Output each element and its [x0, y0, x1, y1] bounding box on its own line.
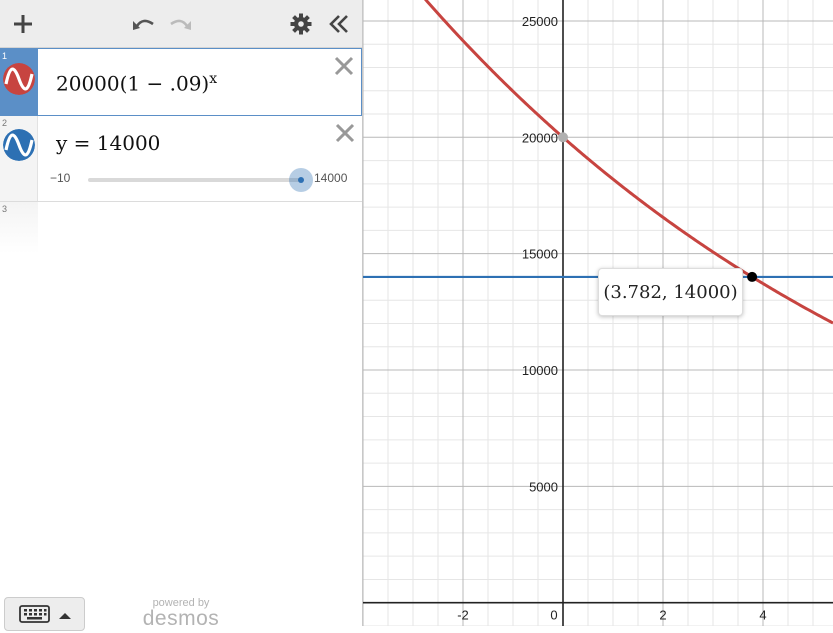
expression-base: 20000(1 − .09)	[56, 71, 210, 96]
expression-toolbar	[0, 0, 362, 48]
slider-track[interactable]	[88, 178, 300, 182]
curve-color-icon[interactable]	[3, 63, 35, 95]
plus-icon	[14, 15, 32, 33]
gear-icon	[290, 13, 312, 35]
expression-math[interactable]: y = 14000	[56, 131, 160, 155]
redo-button[interactable]	[166, 9, 196, 39]
expression-number: 3	[2, 204, 8, 214]
intersection-point[interactable]	[747, 271, 758, 282]
y-tick-label: 15000	[522, 247, 558, 262]
expression-number: 1	[2, 51, 8, 61]
delete-expression-1-icon[interactable]	[333, 55, 355, 77]
y-intercept-point[interactable]	[558, 132, 568, 143]
add-expression-button[interactable]	[8, 9, 38, 39]
line-color-icon[interactable]	[3, 129, 35, 161]
settings-button[interactable]	[286, 9, 316, 39]
expression-math[interactable]: 20000(1 − .09)x	[56, 71, 217, 96]
x-tick-label: 4	[759, 608, 766, 623]
slider-min[interactable]: −10	[50, 171, 70, 185]
x-tick-label: 0	[550, 608, 557, 623]
delete-expression-2-icon[interactable]	[334, 122, 356, 144]
undo-button[interactable]	[128, 9, 158, 39]
expression-panel: 1 20000(1 − .09)x 2 y = 14000 −10 14000 …	[0, 0, 363, 631]
expression-row-3[interactable]: 3	[0, 202, 362, 254]
y-tick-label: 20000	[522, 130, 558, 145]
slider-max[interactable]: 14000	[314, 171, 347, 185]
keyboard-icon	[19, 605, 71, 623]
intersection-label: (3.782, 14000)	[598, 268, 743, 316]
collapse-icon	[329, 15, 348, 33]
x-tick-label: -2	[457, 608, 469, 623]
expression-row-2[interactable]: 2 y = 14000 −10 14000	[0, 116, 362, 202]
expression-number: 2	[2, 118, 8, 128]
y-tick-label: 25000	[522, 14, 558, 29]
slider-handle[interactable]	[289, 168, 313, 192]
expression-exponent: x	[209, 71, 218, 87]
expression-row-1[interactable]: 1 20000(1 − .09)x	[0, 48, 362, 116]
x-tick-label: 2	[659, 608, 666, 623]
desmos-branding: powered by desmos	[138, 598, 224, 630]
y-tick-label: 10000	[522, 363, 558, 378]
expression-gutter: 2	[0, 116, 38, 201]
tick-labels: -2 0 2 4 5000 10000 15000 20000 25000	[457, 14, 766, 623]
desmos-logo: desmos	[142, 607, 220, 630]
expression-gutter: 1	[0, 49, 38, 115]
expression-gutter: 3	[0, 202, 38, 254]
collapse-panel-button[interactable]	[324, 9, 354, 39]
y-tick-label: 5000	[529, 479, 558, 494]
undo-icon	[133, 19, 154, 30]
redo-icon	[170, 19, 191, 30]
